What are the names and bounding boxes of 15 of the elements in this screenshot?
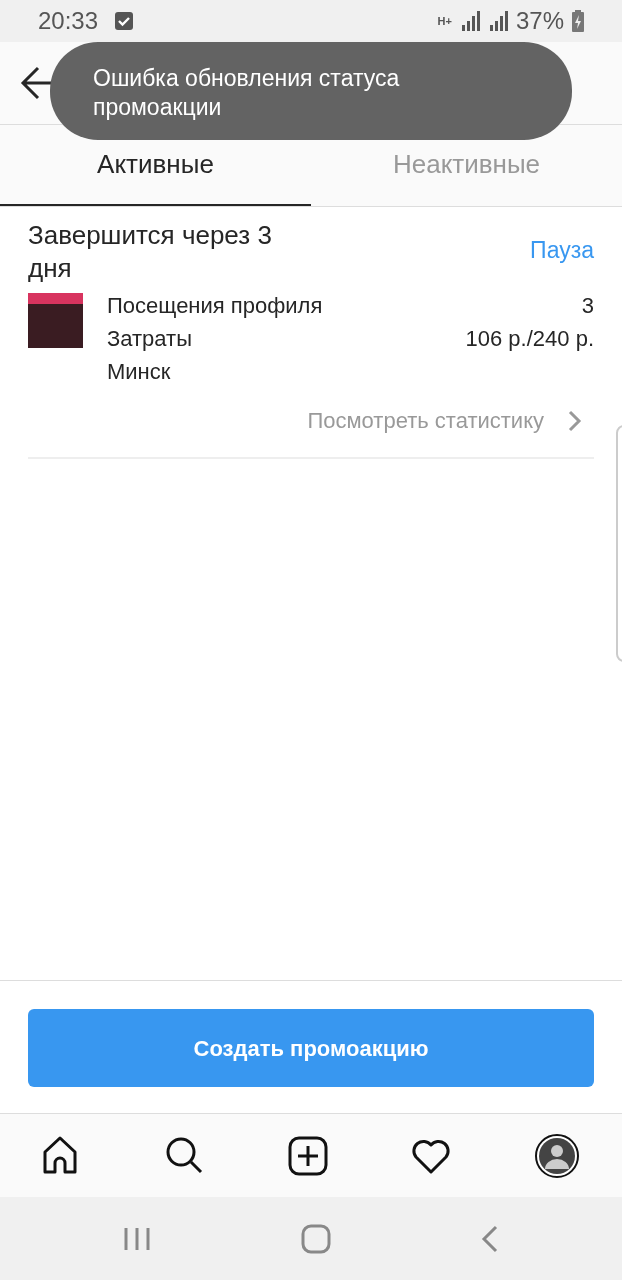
toast-message: Ошибка обновления статуса промоакции [93,64,401,122]
pause-button[interactable]: Пауза [530,233,594,268]
promotion-end-time: Завершится через 3 дня [28,219,273,285]
status-time: 20:33 [38,6,99,36]
stat-label: Минск [107,358,171,386]
stat-value: 3 [581,292,594,320]
network-type: H+ [437,13,452,29]
stat-label: Посещения профиля [107,292,323,320]
stat-label: Затраты [107,325,192,353]
battery-level: 37% [515,6,564,36]
create-promotion-button[interactable]: Создать промоакцию [28,1009,594,1087]
tab[interactable]: Неактивные [311,125,622,206]
tab[interactable]: Активные [0,125,311,206]
view-statistics-link[interactable]: Посмотреть статистику [307,404,544,437]
stat-value: 106 р./240 р. [465,325,594,353]
